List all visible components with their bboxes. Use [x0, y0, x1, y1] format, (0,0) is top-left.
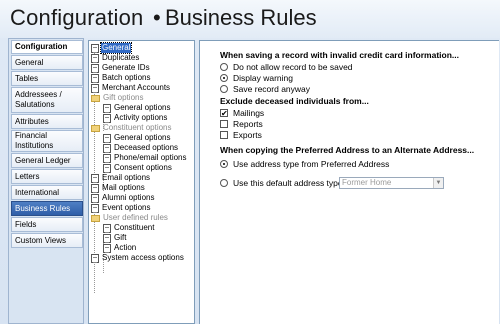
tree-item-rule-action[interactable]: Action: [103, 243, 137, 253]
address-type-value: Former Home: [342, 178, 392, 187]
sidebar-item-addressees[interactable]: Addressees / Salutations: [11, 87, 83, 113]
sidebar-item-general[interactable]: General: [11, 55, 83, 70]
tree-item-merchant-accounts[interactable]: Merchant Accounts: [91, 83, 171, 93]
tree-item-system-access-options[interactable]: System access options: [91, 253, 185, 263]
document-icon: [103, 113, 111, 123]
document-icon: [103, 133, 111, 143]
document-icon: [91, 43, 99, 53]
sidebar-item-international[interactable]: International: [11, 185, 83, 200]
config-sidebar: Configuration General Tables Addressees …: [8, 38, 84, 324]
copy-address-section-title: When copying the Preferred Address to an…: [220, 145, 475, 155]
document-icon: [103, 103, 111, 113]
default-address-type-select[interactable]: Former Home ▼: [339, 177, 444, 189]
document-icon: [91, 193, 99, 203]
document-icon: [91, 53, 99, 63]
radio-button[interactable]: [220, 179, 228, 187]
tree-item-alumni-options[interactable]: Alumni options: [91, 193, 155, 203]
document-icon: [103, 243, 111, 253]
folder-icon: [91, 214, 100, 222]
checkbox[interactable]: [220, 120, 228, 128]
tree-item-rule-constituent[interactable]: Constituent: [103, 223, 155, 233]
folder-icon: [91, 94, 100, 102]
checkbox-reports[interactable]: Reports: [220, 119, 263, 129]
tree-item-mail-options[interactable]: Mail options: [91, 183, 146, 193]
option-use-default-address-type[interactable]: Use this default address type:: [220, 178, 345, 188]
tree-item-rule-gift[interactable]: Gift: [103, 233, 127, 243]
sidebar-item-general-ledger[interactable]: General Ledger: [11, 153, 83, 168]
checkbox-mailings[interactable]: ✔ Mailings: [220, 108, 264, 118]
sidebar-item-letters[interactable]: Letters: [11, 169, 83, 184]
document-icon: [91, 173, 99, 183]
document-icon: [91, 83, 99, 93]
tree-item-general[interactable]: General: [91, 42, 133, 54]
sidebar-item-custom-views[interactable]: Custom Views: [11, 233, 83, 248]
sidebar-item-fields[interactable]: Fields: [11, 217, 83, 232]
tree-item-generate-ids[interactable]: Generate IDs: [91, 63, 151, 73]
document-icon: [103, 143, 111, 153]
checkbox[interactable]: ✔: [220, 109, 228, 118]
tree-item-duplicates[interactable]: Duplicates: [91, 53, 140, 63]
tree-item-constituent-options[interactable]: Constituent options: [91, 123, 173, 133]
business-rules-tree: General Duplicates Generate IDs Batch op…: [88, 40, 195, 324]
document-icon: [103, 223, 111, 233]
sidebar-item-financial-institutions[interactable]: Financial Institutions: [11, 130, 83, 152]
document-icon: [103, 163, 111, 173]
checkbox[interactable]: [220, 131, 228, 139]
document-icon: [91, 183, 99, 193]
radio-button[interactable]: [220, 74, 228, 82]
checkbox-exports[interactable]: Exports: [220, 130, 262, 140]
tree-item-deceased-options[interactable]: Deceased options: [103, 143, 179, 153]
document-icon: [103, 233, 111, 243]
document-icon: [91, 73, 99, 83]
tree-item-phone-email-options[interactable]: Phone/email options: [103, 153, 188, 163]
sidebar-item-tables[interactable]: Tables: [11, 71, 83, 86]
folder-icon: [91, 124, 100, 132]
option-use-preferred-address-type[interactable]: Use address type from Preferred Address: [220, 159, 389, 169]
radio-button[interactable]: [220, 85, 228, 93]
radio-button[interactable]: [220, 63, 228, 71]
tree-item-email-options[interactable]: Email options: [91, 173, 151, 183]
page-subtitle: Business Rules: [165, 5, 317, 30]
option-display-warning[interactable]: Display warning: [220, 73, 293, 83]
page-title: Configuration: [10, 5, 144, 30]
radio-button[interactable]: [220, 160, 228, 168]
sidebar-item-configuration[interactable]: Configuration: [11, 40, 83, 54]
tree-item-user-defined-rules[interactable]: User defined rules: [91, 213, 169, 223]
document-icon: [91, 253, 99, 263]
option-do-not-allow-save[interactable]: Do not allow record to be saved: [220, 62, 353, 72]
tree-item-consent-options[interactable]: Consent options: [103, 163, 173, 173]
sidebar-item-business-rules[interactable]: Business Rules: [11, 201, 83, 216]
tree-item-gift-general-options[interactable]: General options: [103, 103, 171, 113]
tree-item-batch-options[interactable]: Batch options: [91, 73, 151, 83]
exclude-deceased-section-title: Exclude deceased individuals from...: [220, 96, 369, 106]
tree-item-event-options[interactable]: Event options: [91, 203, 151, 213]
document-icon: [91, 203, 99, 213]
tree-item-constituent-general-options[interactable]: General options: [103, 133, 171, 143]
title-separator: •: [153, 5, 161, 30]
option-save-record-anyway[interactable]: Save record anyway: [220, 84, 310, 94]
chevron-down-icon[interactable]: ▼: [433, 178, 443, 188]
document-icon: [103, 153, 111, 163]
page-header: Configuration • Business Rules: [0, 0, 500, 38]
sidebar-item-attributes[interactable]: Attributes: [11, 114, 83, 129]
document-icon: [91, 63, 99, 73]
tree-item-activity-options[interactable]: Activity options: [103, 113, 168, 123]
invalid-card-section-title: When saving a record with invalid credit…: [220, 50, 459, 60]
tree-item-gift-options[interactable]: Gift options: [91, 93, 144, 103]
